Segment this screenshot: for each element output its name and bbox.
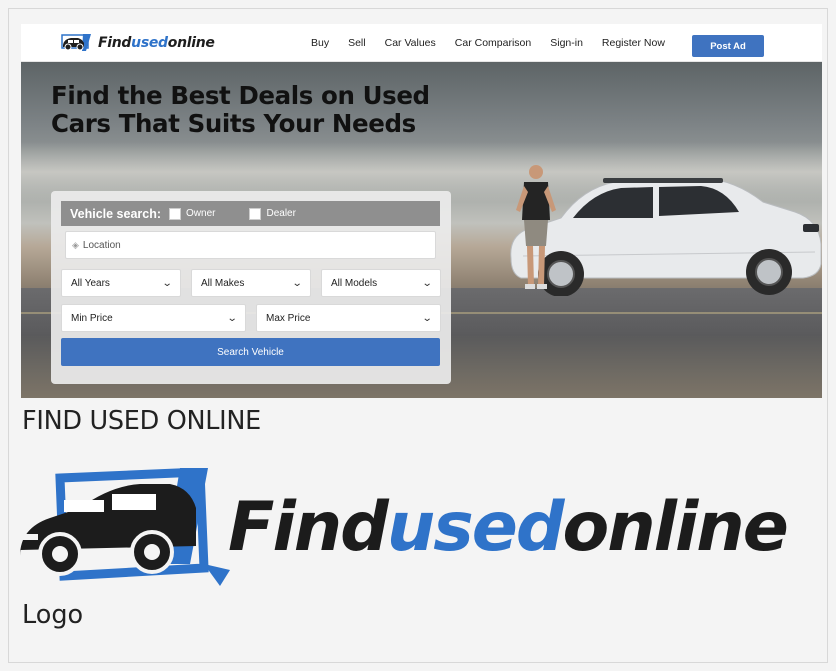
- owner-label: Owner: [186, 208, 216, 219]
- chevron-down-icon: ⌄: [226, 312, 238, 324]
- min-price-select[interactable]: Min Price ⌄: [61, 304, 246, 332]
- brand-name: Findusedonline: [98, 35, 215, 51]
- years-select[interactable]: All Years ⌄: [61, 269, 181, 297]
- section-title: FIND USED ONLINE: [22, 406, 261, 436]
- search-vehicle-button[interactable]: Search Vehicle: [61, 338, 440, 366]
- car-monitor-logo-icon: [20, 468, 230, 586]
- max-price-select[interactable]: Max Price ⌄: [256, 304, 441, 332]
- nav-buy[interactable]: Buy: [311, 37, 329, 49]
- nav-links: Buy Sell Car Values Car Comparison Sign-…: [311, 24, 684, 62]
- chevron-down-icon: ⌄: [421, 312, 433, 324]
- makes-select[interactable]: All Makes ⌄: [191, 269, 311, 297]
- search-header: Vehicle search: Owner Dealer: [61, 201, 440, 226]
- dealer-checkbox[interactable]: [249, 207, 262, 220]
- hero-banner: Find the Best Deals on Used Cars That Su…: [21, 62, 822, 398]
- max-price-value: Max Price: [266, 312, 311, 324]
- nav-register-now[interactable]: Register Now: [602, 37, 665, 49]
- dealer-label: Dealer: [266, 208, 296, 219]
- vehicle-search-panel: Vehicle search: Owner Dealer ◈ Location …: [51, 191, 451, 384]
- owner-checkbox[interactable]: [169, 207, 182, 220]
- nav-sell[interactable]: Sell: [348, 37, 366, 49]
- chevron-down-icon: ⌄: [421, 277, 433, 289]
- search-title: Vehicle search:: [70, 206, 162, 221]
- chevron-down-icon: ⌄: [161, 277, 173, 289]
- person-image: [516, 165, 556, 289]
- large-logo: Findusedonline: [20, 468, 822, 592]
- nav-car-values[interactable]: Car Values: [385, 37, 436, 49]
- chevron-down-icon: ⌄: [291, 277, 303, 289]
- brand-wordmark: Findusedonline: [228, 488, 789, 567]
- logo-caption: Logo: [22, 600, 84, 630]
- top-nav: Findusedonline Buy Sell Car Values Car C…: [21, 24, 822, 62]
- years-value: All Years: [71, 277, 110, 289]
- location-pin-icon: ◈: [72, 239, 79, 250]
- location-placeholder: Location: [82, 239, 121, 251]
- site-logo[interactable]: Findusedonline: [61, 32, 215, 54]
- location-input[interactable]: ◈ Location: [65, 231, 436, 259]
- min-price-value: Min Price: [71, 312, 113, 324]
- makes-value: All Makes: [201, 277, 245, 289]
- car-logo-icon: [61, 34, 91, 51]
- nav-car-comparison[interactable]: Car Comparison: [455, 37, 531, 49]
- models-select[interactable]: All Models ⌄: [321, 269, 441, 297]
- website-screenshot: Findusedonline Buy Sell Car Values Car C…: [21, 24, 822, 398]
- post-ad-button[interactable]: Post Ad: [692, 35, 764, 57]
- hero-headline: Find the Best Deals on Used Cars That Su…: [51, 81, 430, 138]
- models-value: All Models: [331, 277, 378, 289]
- nav-sign-in[interactable]: Sign-in: [550, 37, 583, 49]
